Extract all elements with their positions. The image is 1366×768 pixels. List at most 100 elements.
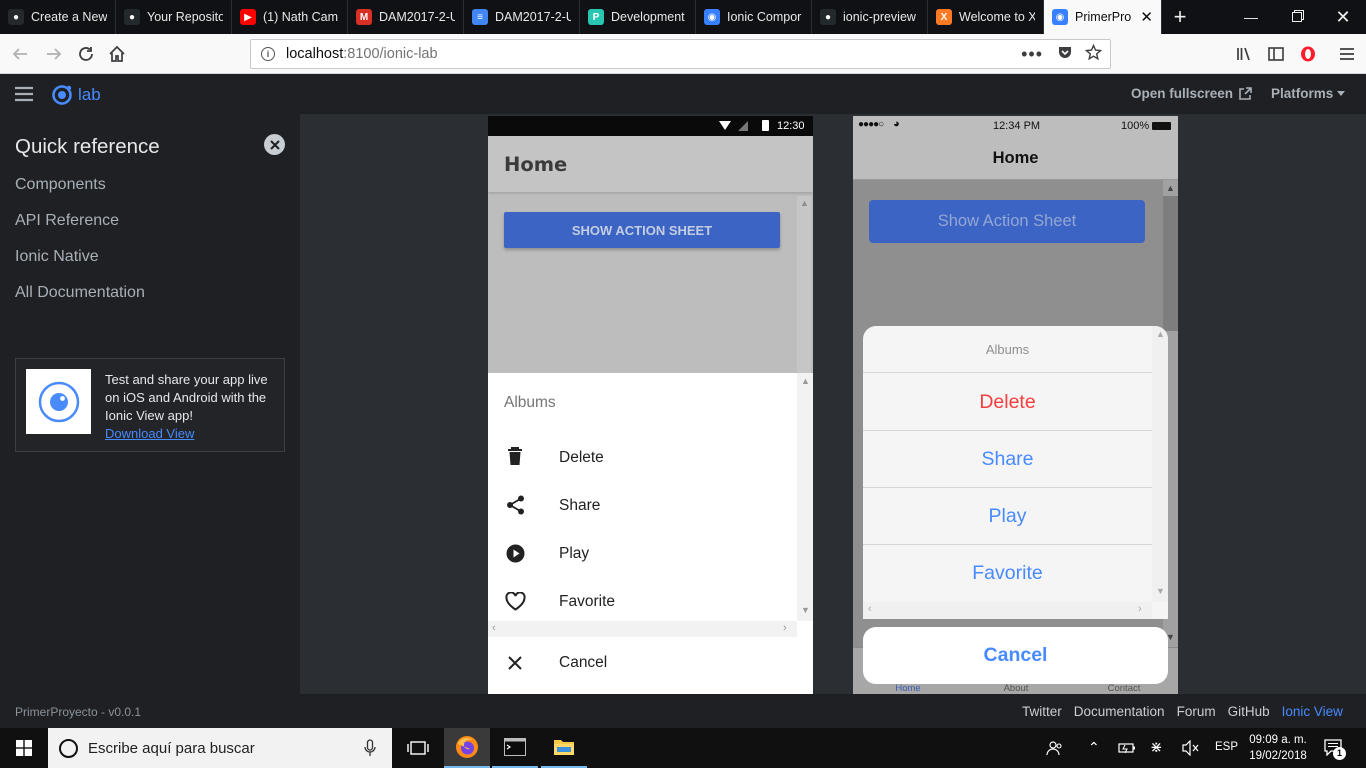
android-status-bar: 12:30 — [488, 116, 813, 136]
browser-tab[interactable]: P Development — [580, 0, 696, 34]
browser-tab[interactable]: X Welcome to X — [928, 0, 1044, 34]
ios-sheet-title: Albums — [863, 326, 1152, 373]
microphone-icon[interactable] — [364, 739, 376, 757]
site-info-icon[interactable]: i — [261, 47, 275, 61]
notification-count: 1 — [1333, 747, 1346, 760]
ios-tab-home[interactable]: Home — [853, 683, 963, 694]
pocket-icon[interactable] — [1057, 44, 1073, 64]
volume-tray-icon[interactable] — [1182, 739, 1200, 761]
taskbar-search-box[interactable]: Escribe aquí para buscar — [48, 728, 392, 768]
taskbar-clock[interactable]: 09:09 a. m. 19/02/2018 — [1247, 732, 1309, 764]
android-action-favorite[interactable]: Favorite — [488, 577, 797, 621]
android-action-play[interactable]: Play — [488, 529, 797, 577]
ios-sheet-scrollbar[interactable]: ▲ ▼ — [1152, 326, 1168, 602]
browser-tab[interactable]: ≡ DAM2017-2-U — [464, 0, 580, 34]
taskbar-terminal[interactable] — [492, 728, 538, 768]
app-version: PrimerProyecto - v0.0.1 — [15, 705, 142, 719]
android-content-scrollbar[interactable]: ▲ — [797, 196, 811, 373]
tray-expand-icon[interactable]: ⌃ — [1088, 739, 1100, 756]
action-center-button[interactable]: 1 — [1324, 739, 1346, 761]
people-icon[interactable] — [1046, 740, 1064, 761]
ios-sheet-hscrollbar[interactable]: ‹ › — [863, 602, 1152, 619]
navigation-toolbar: i localhost:8100/ionic-lab ••• — [0, 34, 1366, 74]
bookmark-star-icon[interactable] — [1084, 43, 1103, 65]
restore-button[interactable] — [1274, 0, 1320, 34]
ionic-view-promo: Test and share your app live on iOS and … — [15, 358, 285, 452]
ios-signal-dots: ●●●●○ — [858, 119, 884, 130]
ios-cancel-button[interactable]: Cancel — [863, 627, 1168, 684]
sidebar-item-all-documentation[interactable]: All Documentation — [15, 284, 145, 302]
new-tab-button[interactable]: + — [1162, 0, 1198, 34]
taskbar-file-explorer[interactable] — [541, 728, 587, 768]
cortana-icon — [59, 738, 78, 758]
android-cancel-button[interactable]: Cancel — [488, 637, 813, 694]
android-preview: 12:30 Home ▲ SHOW ACTION SHEET ▲ ▼ ‹ › A… — [488, 116, 813, 694]
footer-link-documentation[interactable]: Documentation — [1074, 704, 1165, 719]
terminal-icon — [504, 738, 526, 756]
browser-tab[interactable]: ● Create a New — [0, 0, 116, 34]
browser-tab-active[interactable]: ◉ PrimerPro ✕ — [1044, 0, 1162, 34]
footer-link-twitter[interactable]: Twitter — [1022, 704, 1062, 719]
tab-title: DAM2017-2-U — [379, 10, 455, 24]
sidebar-item-components[interactable]: Components — [15, 176, 106, 194]
quick-reference-sidebar: Quick reference Components API Reference… — [0, 114, 300, 694]
url-port: :8100 — [343, 46, 380, 62]
android-sheet-hscrollbar[interactable]: ‹ › — [488, 621, 797, 637]
close-tab-icon[interactable]: ✕ — [1140, 8, 1153, 26]
url-bar[interactable]: i localhost:8100/ionic-lab ••• — [250, 39, 1111, 69]
browser-tab[interactable]: ◉ Ionic Compor — [696, 0, 812, 34]
back-button[interactable] — [6, 40, 34, 68]
android-action-share[interactable]: Share — [488, 481, 797, 529]
browser-tab[interactable]: ● Your Reposito — [116, 0, 232, 34]
android-sheet-scrollbar[interactable]: ▲ ▼ — [797, 373, 813, 621]
menu-button[interactable] — [1333, 40, 1361, 68]
ios-action-play[interactable]: Play — [863, 488, 1152, 545]
menu-toggle-button[interactable] — [15, 86, 33, 107]
lab-logo: lab — [51, 84, 101, 106]
android-action-delete[interactable]: Delete — [488, 433, 797, 481]
close-sidebar-button[interactable] — [264, 134, 285, 155]
browser-tab[interactable]: ▶ (1) Nath Cam — [232, 0, 348, 34]
ios-page-title: Home — [992, 149, 1039, 167]
ios-tab-about[interactable]: About — [961, 683, 1071, 694]
start-button[interactable] — [0, 728, 48, 768]
ios-tab-contact[interactable]: Contact — [1069, 683, 1178, 694]
taskbar-firefox[interactable] — [444, 728, 490, 768]
download-view-link[interactable]: Download View — [105, 426, 194, 441]
sidebar-toggle-button[interactable] — [1262, 40, 1290, 68]
android-action-label: Share — [559, 497, 601, 514]
forward-button[interactable] — [40, 40, 68, 68]
ios-show-action-sheet-button[interactable]: Show Action Sheet — [869, 200, 1145, 243]
home-button[interactable] — [103, 40, 131, 68]
ios-action-share[interactable]: Share — [863, 431, 1152, 488]
battery-tray-icon[interactable] — [1118, 741, 1136, 760]
open-fullscreen-label: Open fullscreen — [1131, 86, 1234, 101]
xampp-icon: X — [936, 9, 952, 25]
opera-extension-button[interactable] — [1294, 40, 1322, 68]
keyboard-language[interactable]: ESP — [1215, 741, 1238, 753]
browser-tab[interactable]: ● ionic-preview — [812, 0, 928, 34]
promo-description: Test and share your app live on iOS and … — [105, 372, 268, 423]
close-window-button[interactable]: ✕ — [1320, 0, 1366, 34]
page-actions-icon[interactable]: ••• — [1021, 44, 1043, 65]
sidebar-item-api-reference[interactable]: API Reference — [15, 212, 119, 230]
task-view-button[interactable] — [396, 728, 440, 768]
minimize-button[interactable]: — — [1228, 0, 1274, 34]
network-tray-icon[interactable]: ⋇ — [1150, 738, 1163, 756]
reload-button[interactable] — [72, 40, 100, 68]
ios-battery-icon — [1152, 122, 1171, 130]
footer-link-forum[interactable]: Forum — [1177, 704, 1216, 719]
platforms-dropdown[interactable]: Platforms — [1271, 86, 1346, 101]
ios-action-delete[interactable]: Delete — [863, 374, 1152, 431]
battery-icon — [762, 120, 769, 131]
browser-tab[interactable]: M DAM2017-2-U — [348, 0, 464, 34]
footer-link-github[interactable]: GitHub — [1228, 704, 1270, 719]
footer-link-ionic-view[interactable]: Ionic View — [1282, 704, 1343, 719]
library-button[interactable] — [1230, 40, 1258, 68]
open-fullscreen-link[interactable]: Open fullscreen — [1131, 86, 1253, 101]
show-action-sheet-button[interactable]: SHOW ACTION SHEET — [504, 212, 780, 248]
sidebar-item-ionic-native[interactable]: Ionic Native — [15, 248, 99, 266]
ios-action-favorite[interactable]: Favorite — [863, 545, 1152, 602]
docs-icon: ≡ — [472, 9, 488, 25]
tab-title: Welcome to X — [959, 10, 1035, 24]
